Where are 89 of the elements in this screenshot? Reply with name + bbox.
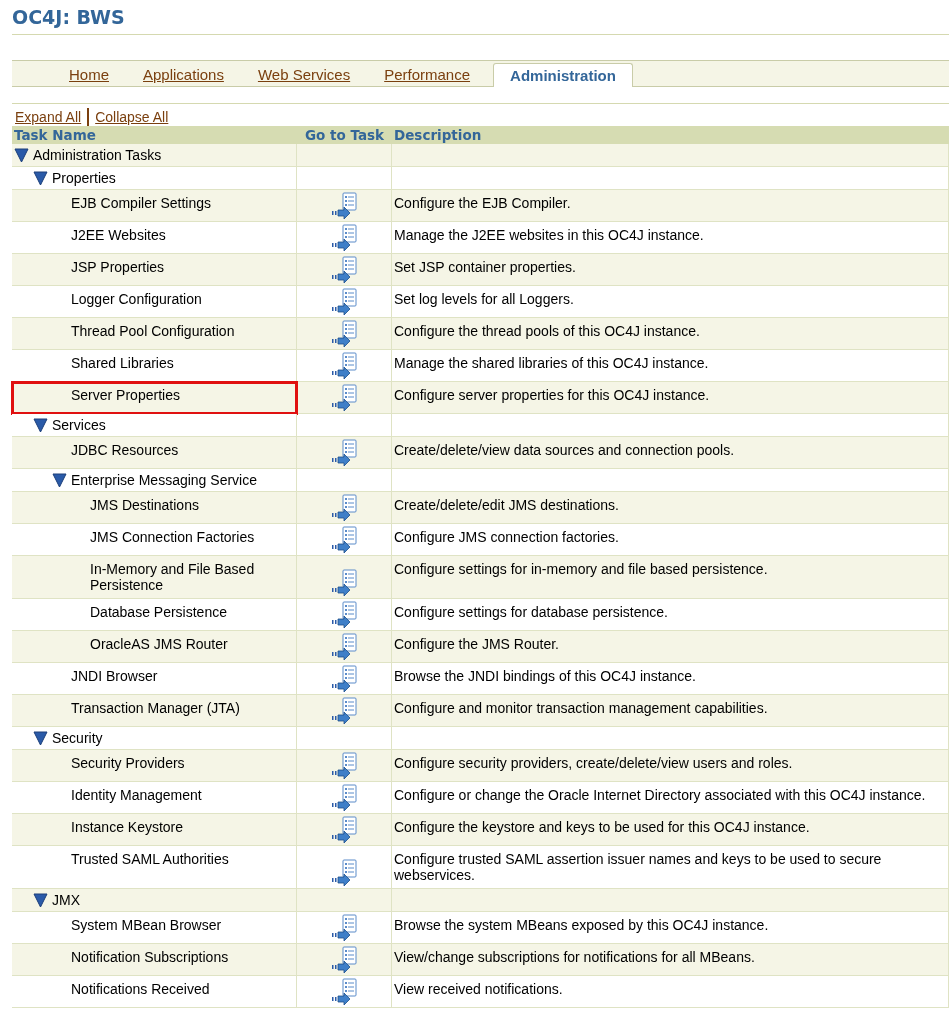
task-name-cell: OracleAS JMS Router bbox=[12, 631, 297, 663]
go-to-task-icon[interactable] bbox=[330, 384, 358, 412]
go-to-task-icon[interactable] bbox=[330, 914, 358, 942]
description-cell: View/change subscriptions for notifications for all MBeans. bbox=[392, 944, 949, 976]
description-cell: Create/delete/edit JMS destinations. bbox=[392, 492, 949, 524]
go-to-task-icon[interactable] bbox=[330, 816, 358, 844]
highlighted-task-cell: Server Properties bbox=[12, 382, 297, 414]
task-name-cell: Instance Keystore bbox=[12, 814, 297, 846]
task-name-cell: Security Providers bbox=[12, 750, 297, 782]
task-name-cell: JMS Destinations bbox=[12, 492, 297, 524]
go-to-task-icon[interactable] bbox=[330, 601, 358, 629]
description-cell: Browse the system MBeans exposed by this OC4J instance. bbox=[392, 912, 949, 944]
group-name: Administration Tasks bbox=[33, 147, 162, 163]
task-name-cell: System MBean Browser bbox=[12, 912, 297, 944]
nav-tab[interactable]: Home bbox=[52, 62, 126, 87]
task-name-cell: JMS Connection Factories bbox=[12, 524, 297, 556]
group-name: Enterprise Messaging Service bbox=[71, 472, 257, 488]
task-name-cell: Transaction Manager (JTA) bbox=[12, 695, 297, 727]
go-to-task-icon[interactable] bbox=[330, 192, 358, 220]
go-to-task-icon[interactable] bbox=[330, 752, 358, 780]
go-to-task-icon[interactable] bbox=[330, 633, 358, 661]
page-title: OC4J: BWS bbox=[12, 0, 949, 35]
collapse-triangle-icon[interactable] bbox=[14, 148, 29, 163]
collapse-all-link[interactable]: Collapse All bbox=[95, 109, 169, 125]
nav-tab[interactable]: Applications bbox=[126, 62, 241, 87]
task-name-cell: Identity Management bbox=[12, 782, 297, 814]
task-name-cell: J2EE Websites bbox=[12, 222, 297, 254]
go-to-task-icon[interactable] bbox=[330, 978, 358, 1006]
task-name-cell: JDBC Resources bbox=[12, 437, 297, 469]
description-cell: Set JSP container properties. bbox=[392, 254, 949, 286]
description-cell: Manage the J2EE websites in this OC4J instance. bbox=[392, 222, 949, 254]
column-header: Description bbox=[392, 126, 949, 144]
description-cell: View received notifications. bbox=[392, 976, 949, 1008]
go-to-task-icon[interactable] bbox=[330, 526, 358, 554]
description-cell: Configure the EJB Compiler. bbox=[392, 190, 949, 222]
go-to-task-icon[interactable] bbox=[330, 569, 358, 597]
description-cell: Configure settings for database persistence. bbox=[392, 599, 949, 631]
expand-all-link[interactable]: Expand All bbox=[15, 109, 82, 125]
description-cell: Browse the JNDI bindings of this OC4J instance. bbox=[392, 663, 949, 695]
go-to-task-icon[interactable] bbox=[330, 697, 358, 725]
go-to-task-icon[interactable] bbox=[330, 288, 358, 316]
description-cell: Configure the keystore and keys to be used for this OC4J instance. bbox=[392, 814, 949, 846]
task-name-cell: Thread Pool Configuration bbox=[12, 318, 297, 350]
description-cell: Configure settings for in-memory and file based persistence. bbox=[392, 556, 949, 599]
go-to-task-icon[interactable] bbox=[330, 352, 358, 380]
nav-tab[interactable]: Web Services bbox=[240, 62, 368, 87]
task-name-cell: Shared Libraries bbox=[12, 350, 297, 382]
collapse-triangle-icon[interactable] bbox=[33, 731, 48, 746]
description-cell: Create/delete/view data sources and connection pools. bbox=[392, 437, 949, 469]
task-name-cell: Notifications Received bbox=[12, 976, 297, 1008]
description-cell: Configure the thread pools of this OC4J instance. bbox=[392, 318, 949, 350]
collapse-triangle-icon[interactable] bbox=[33, 893, 48, 908]
collapse-triangle-icon[interactable] bbox=[52, 473, 67, 488]
task-name-cell: EJB Compiler Settings bbox=[12, 190, 297, 222]
column-header: Go to Task bbox=[297, 126, 392, 144]
nav-tab[interactable]: Administration bbox=[493, 63, 633, 87]
go-to-task-icon[interactable] bbox=[330, 665, 358, 693]
group-name: Services bbox=[52, 417, 106, 433]
description-cell: Configure the JMS Router. bbox=[392, 631, 949, 663]
task-name-cell: Database Persistence bbox=[12, 599, 297, 631]
group-name: JMX bbox=[52, 892, 80, 908]
description-cell: Configure or change the Oracle Internet Directory associated with this OC4J instance. bbox=[392, 782, 949, 814]
go-to-task-icon[interactable] bbox=[330, 859, 358, 887]
go-to-task-icon[interactable] bbox=[330, 946, 358, 974]
go-to-task-icon[interactable] bbox=[330, 256, 358, 284]
go-to-task-icon[interactable] bbox=[330, 224, 358, 252]
task-name-cell: JNDI Browser bbox=[12, 663, 297, 695]
task-name-cell: JSP Properties bbox=[12, 254, 297, 286]
description-cell: Manage the shared libraries of this OC4J instance. bbox=[392, 350, 949, 382]
task-name-cell: Trusted SAML Authorities bbox=[12, 846, 297, 889]
group-name: Security bbox=[52, 730, 103, 746]
go-to-task-icon[interactable] bbox=[330, 784, 358, 812]
nav-tab[interactable]: Performance bbox=[367, 62, 488, 87]
description-cell: Configure JMS connection factories. bbox=[392, 524, 949, 556]
go-to-task-icon[interactable] bbox=[330, 494, 358, 522]
collapse-triangle-icon[interactable] bbox=[33, 418, 48, 433]
task-name-cell: Logger Configuration bbox=[12, 286, 297, 318]
description-cell: Configure security providers, create/delete/view users and roles. bbox=[392, 750, 949, 782]
go-to-task-icon[interactable] bbox=[330, 320, 358, 348]
column-header: Task Name bbox=[12, 126, 297, 144]
task-name-cell: Notification Subscriptions bbox=[12, 944, 297, 976]
description-cell: Set log levels for all Loggers. bbox=[392, 286, 949, 318]
go-to-task-icon[interactable] bbox=[330, 439, 358, 467]
group-name: Properties bbox=[52, 170, 116, 186]
description-cell: Configure trusted SAML assertion issuer names and keys to be used to secure webservices. bbox=[392, 846, 949, 889]
collapse-triangle-icon[interactable] bbox=[33, 171, 48, 186]
task-name-cell: In-Memory and File Based Persistence bbox=[12, 556, 297, 599]
description-cell: Configure server properties for this OC4J instance. bbox=[392, 382, 949, 414]
description-cell: Configure and monitor transaction management capabilities. bbox=[392, 695, 949, 727]
